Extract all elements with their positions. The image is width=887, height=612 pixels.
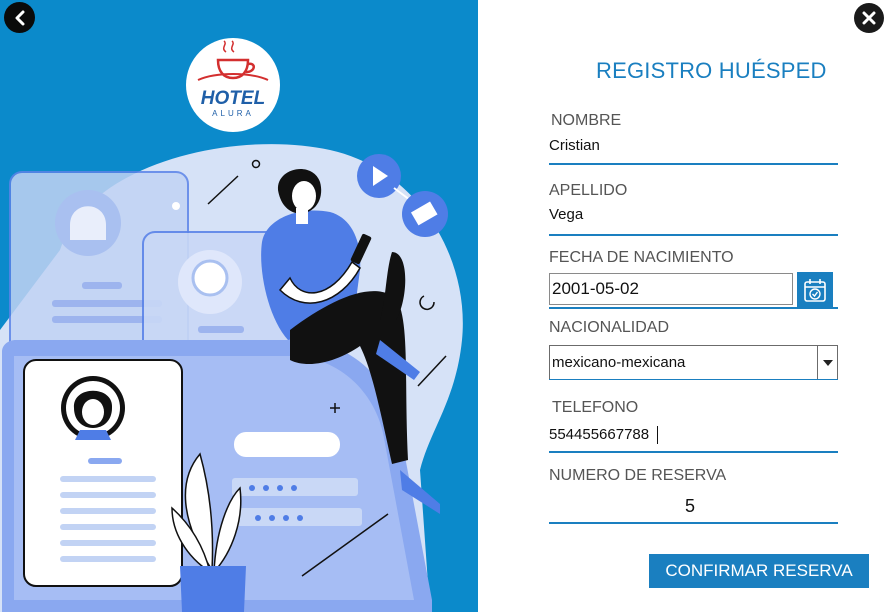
card-avatar-front-shirt [75, 430, 111, 440]
woman-face [292, 181, 316, 211]
laptop-form-pill [234, 432, 340, 457]
form-title: REGISTRO HUÉSPED [596, 58, 827, 83]
fecha-underline [549, 307, 838, 309]
arrow-left-icon [15, 10, 24, 25]
reserva-underline [549, 522, 838, 524]
card-line [60, 540, 156, 546]
nacionalidad-underline [549, 379, 838, 380]
plant-pot [180, 566, 246, 612]
telefono-underline [549, 451, 838, 453]
card-line [88, 458, 122, 464]
calendar-icon [804, 278, 826, 302]
apellido-underline [549, 234, 838, 236]
laptop-form-field [232, 508, 362, 526]
numero-reserva-field: 5 [685, 496, 696, 516]
card-line [60, 492, 156, 498]
telefono-field[interactable]: 554455667788 [549, 426, 649, 443]
card-line [60, 524, 156, 530]
card-line [82, 282, 122, 289]
card-avatar-middle-face [191, 259, 229, 297]
nacionalidad-label: NACIONALIDAD [549, 319, 670, 336]
back-button[interactable] [4, 2, 35, 33]
card-line [60, 508, 156, 514]
close-icon [862, 11, 876, 25]
nombre-label: NOMBRE [551, 112, 622, 129]
card-line [60, 556, 156, 562]
card-avatar-back-face [70, 206, 106, 240]
telefono-label: TELEFONO [552, 399, 639, 416]
logo-hotel-text: HOTEL [201, 88, 265, 109]
card-avatar-front-face [82, 399, 104, 425]
calendar-button[interactable] [797, 272, 833, 307]
reserva-label: NUMERO DE RESERVA [549, 467, 727, 484]
logo-alura-text: ALURA [212, 109, 254, 118]
nombre-underline [549, 163, 838, 165]
chevron-down-icon [822, 359, 833, 366]
card-line [60, 476, 156, 482]
close-button[interactable] [854, 3, 884, 33]
nombre-field[interactable]: Cristian [549, 137, 600, 154]
dropdown-arrow[interactable] [817, 346, 837, 379]
nacionalidad-select[interactable]: mexicano-mexicana [549, 345, 838, 380]
nacionalidad-selected-value: mexicano-mexicana [552, 354, 686, 371]
woman-neck [296, 208, 308, 224]
confirmar-reserva-button[interactable]: CONFIRMAR RESERVA [649, 554, 869, 588]
card-line [198, 326, 244, 333]
text-caret [657, 426, 658, 444]
left-panel: HOTEL ALURA [0, 0, 478, 612]
apellido-label: APELLIDO [549, 182, 628, 199]
hotel-logo: HOTEL ALURA [186, 38, 280, 132]
apellido-field[interactable]: Vega [549, 206, 583, 223]
fecha-label: FECHA DE NACIMIENTO [549, 249, 734, 266]
fecha-nacimiento-field[interactable]: 2001-05-02 [549, 273, 793, 305]
